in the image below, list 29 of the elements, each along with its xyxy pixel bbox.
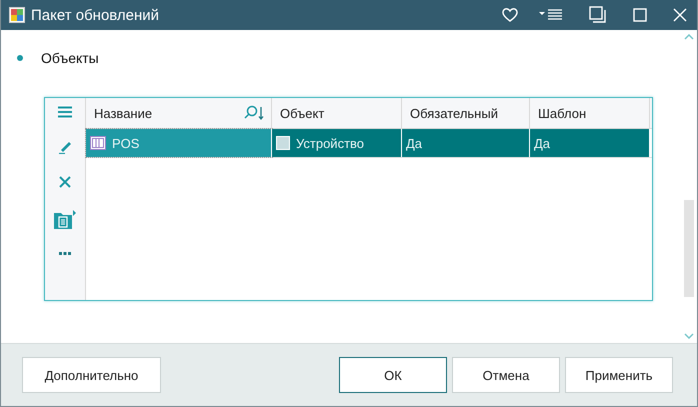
table-cell: Устройство	[272, 129, 402, 157]
app-icon	[9, 7, 25, 23]
scrollbar-thumb[interactable]	[684, 200, 694, 297]
column-header[interactable]: Объект	[272, 98, 402, 128]
column-header[interactable]: Обязательный	[402, 98, 530, 128]
maximize-icon[interactable]	[633, 8, 647, 22]
document-folder-icon[interactable]	[54, 210, 76, 230]
column-header[interactable]: Шаблон	[530, 98, 650, 128]
dialog-button[interactable]: Применить	[565, 357, 673, 393]
delete-icon[interactable]	[59, 176, 71, 188]
window-icon	[90, 136, 106, 150]
more-button[interactable]: Дополнительно	[22, 357, 161, 393]
menu-icon[interactable]	[539, 8, 563, 22]
pencil-icon[interactable]	[58, 140, 72, 154]
window-title: Пакет обновлений	[31, 6, 160, 24]
restore-icon[interactable]	[589, 6, 607, 24]
heart-icon[interactable]	[501, 7, 519, 23]
section-title: Объекты	[41, 50, 99, 66]
square-icon	[276, 136, 290, 150]
table-cell: POS	[86, 129, 272, 157]
dialog-button[interactable]: Отмена	[452, 357, 560, 393]
table-cell: Да	[530, 129, 650, 157]
search-sort-icon[interactable]	[243, 105, 265, 121]
dialog-button[interactable]: ОК	[339, 357, 447, 393]
menu-icon[interactable]	[58, 106, 72, 118]
more-icon[interactable]	[59, 252, 71, 255]
close-icon[interactable]	[673, 8, 687, 22]
table-cell: Да	[402, 129, 530, 157]
bullet-icon	[17, 55, 23, 61]
